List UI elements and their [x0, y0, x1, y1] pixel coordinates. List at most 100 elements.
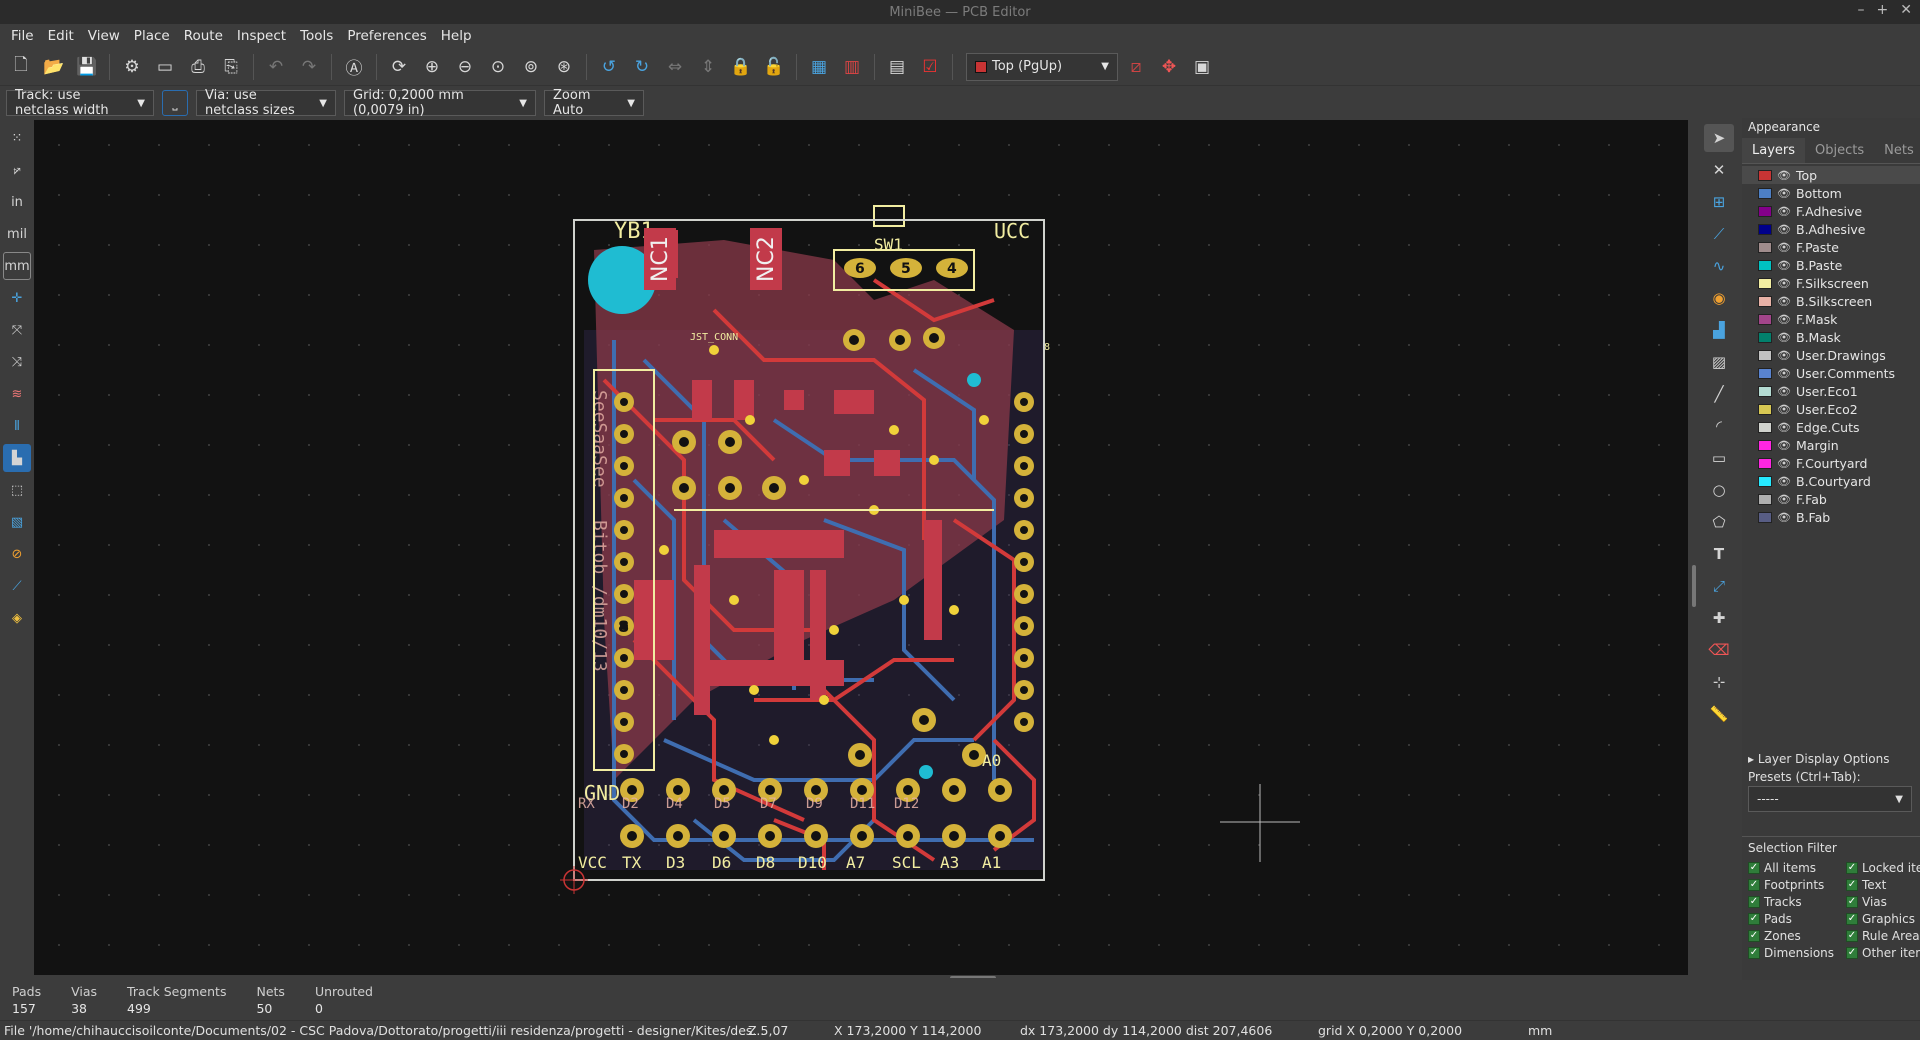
eye-icon[interactable]: 👁: [1777, 259, 1791, 272]
vertical-scrollbar[interactable]: [1692, 565, 1696, 607]
polar-coords-icon[interactable]: ⦬: [3, 156, 31, 184]
eye-icon[interactable]: 👁: [1777, 511, 1791, 524]
netlist-icon[interactable]: ▤: [882, 52, 912, 82]
draw-polygon-icon[interactable]: ⬠: [1704, 508, 1734, 536]
layer-color-swatch[interactable]: [1758, 205, 1772, 217]
maximize-button[interactable]: +: [1877, 2, 1889, 18]
place-anchor-icon[interactable]: ✚: [1704, 604, 1734, 632]
checkbox-checked-icon[interactable]: ✓: [1748, 896, 1760, 908]
units-inch-icon[interactable]: in: [3, 188, 31, 216]
layer-color-swatch[interactable]: [1758, 475, 1772, 487]
tab-layers[interactable]: Layers: [1742, 138, 1806, 163]
zoom-in-icon[interactable]: ⊕: [417, 52, 447, 82]
rotate-ccw-icon[interactable]: ↺: [594, 52, 624, 82]
layer-color-swatch[interactable]: [1758, 493, 1772, 505]
fill-zones-icon[interactable]: ⊘: [3, 540, 31, 568]
layer-row[interactable]: 👁 F.Adhesive: [1742, 202, 1920, 220]
layer-display-options[interactable]: ▸ Layer Display Options: [1748, 752, 1889, 766]
zone-none-icon[interactable]: ▧: [3, 508, 31, 536]
layer-color-swatch[interactable]: [1758, 457, 1772, 469]
presets-select[interactable]: ----- ▼: [1748, 786, 1912, 812]
lock-icon[interactable]: 🔒: [726, 52, 756, 82]
layers-manager-icon[interactable]: ◈: [3, 604, 31, 632]
add-zone-icon[interactable]: ▟: [1704, 316, 1734, 344]
print-icon[interactable]: ⎙: [183, 52, 213, 82]
checkbox-checked-icon[interactable]: ✓: [1846, 947, 1858, 959]
local-ratsnest-icon[interactable]: ✕: [1704, 156, 1734, 184]
layer-row[interactable]: 👁 B.Silkscreen: [1742, 292, 1920, 310]
route-track-icon[interactable]: ⟋: [1704, 220, 1734, 248]
eye-icon[interactable]: 👁: [1777, 475, 1791, 488]
tab-nets[interactable]: Nets: [1874, 138, 1920, 163]
eye-icon[interactable]: 👁: [1777, 313, 1791, 326]
selection-filter-item[interactable]: ✓ Tracks: [1748, 895, 1846, 909]
menu-inspect[interactable]: Inspect: [230, 28, 293, 44]
save-icon[interactable]: 💾: [72, 52, 102, 82]
layer-row[interactable]: 👁 Margin: [1742, 436, 1920, 454]
checkbox-checked-icon[interactable]: ✓: [1748, 862, 1760, 874]
units-mm-icon[interactable]: mm: [3, 252, 31, 280]
checkbox-checked-icon[interactable]: ✓: [1846, 862, 1858, 874]
selection-filter-item[interactable]: ✓ Graphics: [1846, 912, 1920, 926]
grid-dots-icon[interactable]: ⁙: [3, 124, 31, 152]
selection-filter-item[interactable]: ✓ Rule Areas: [1846, 929, 1920, 943]
eye-icon[interactable]: 👁: [1777, 493, 1791, 506]
show-tracks-icon[interactable]: ⫴: [3, 412, 31, 440]
selection-filter-item[interactable]: ✓ Text: [1846, 878, 1920, 892]
eye-icon[interactable]: 👁: [1777, 241, 1791, 254]
eye-icon[interactable]: 👁: [1777, 457, 1791, 470]
selection-filter-item[interactable]: ✓ Vias: [1846, 895, 1920, 909]
layer-color-swatch[interactable]: [1758, 511, 1772, 523]
add-text-icon[interactable]: T: [1704, 540, 1734, 568]
eye-icon[interactable]: 👁: [1777, 421, 1791, 434]
close-button[interactable]: ✕: [1900, 2, 1912, 18]
layer-row[interactable]: 👁 F.Silkscreen: [1742, 274, 1920, 292]
grid-origin-icon[interactable]: ⊹: [1704, 668, 1734, 696]
layer-row[interactable]: 👁 User.Comments: [1742, 364, 1920, 382]
eye-icon[interactable]: 👁: [1777, 295, 1791, 308]
eye-icon[interactable]: 👁: [1777, 439, 1791, 452]
layer-color-swatch[interactable]: [1758, 367, 1772, 379]
layer-pair-icon[interactable]: ⧄: [1121, 52, 1151, 82]
checkbox-checked-icon[interactable]: ✓: [1748, 913, 1760, 925]
checkbox-checked-icon[interactable]: ✓: [1846, 930, 1858, 942]
zone-fill-icon[interactable]: ▙: [3, 444, 31, 472]
find-icon[interactable]: Ⓐ: [339, 52, 369, 82]
eye-icon[interactable]: 👁: [1777, 223, 1791, 236]
undo-icon[interactable]: ↶: [261, 52, 291, 82]
selection-filter-item[interactable]: ✓ Pads: [1748, 912, 1846, 926]
layer-color-swatch[interactable]: [1758, 439, 1772, 451]
high-contrast-icon[interactable]: ⟋: [3, 572, 31, 600]
layer-row[interactable]: 👁 Bottom: [1742, 184, 1920, 202]
layer-row[interactable]: 👁 F.Paste: [1742, 238, 1920, 256]
add-via-icon[interactable]: ◉: [1704, 284, 1734, 312]
layer-color-swatch[interactable]: [1758, 259, 1772, 271]
measure-icon[interactable]: 📏: [1704, 700, 1734, 728]
tune-length-icon[interactable]: ∿: [1704, 252, 1734, 280]
plot-icon[interactable]: ⎘: [216, 52, 246, 82]
grid-select[interactable]: Grid: 0,2000 mm (0,0079 in) ▼: [344, 88, 536, 118]
layer-color-swatch[interactable]: [1758, 349, 1772, 361]
eye-icon[interactable]: 👁: [1777, 187, 1791, 200]
zoom-objects-icon[interactable]: ⊚: [516, 52, 546, 82]
refresh-icon[interactable]: ⟳: [384, 52, 414, 82]
menu-tools[interactable]: Tools: [293, 28, 340, 44]
tab-objects[interactable]: Objects: [1805, 138, 1874, 163]
eye-icon[interactable]: 👁: [1777, 385, 1791, 398]
layer-color-swatch[interactable]: [1758, 169, 1772, 181]
layer-row[interactable]: 👁 B.Fab: [1742, 508, 1920, 526]
hide-tracks-icon[interactable]: ≋: [3, 380, 31, 408]
draw-line-icon[interactable]: ╱: [1704, 380, 1734, 408]
layer-row[interactable]: 👁 User.Eco2: [1742, 400, 1920, 418]
add-dimension-icon[interactable]: ⤢: [1704, 572, 1734, 600]
draw-arc-icon[interactable]: ◜: [1704, 412, 1734, 440]
layer-row[interactable]: 👁 Top: [1742, 166, 1920, 184]
layer-row[interactable]: 👁 B.Paste: [1742, 256, 1920, 274]
cursor-shape-icon[interactable]: ✛: [3, 284, 31, 312]
via-size-select[interactable]: Via: use netclass sizes ▼: [196, 88, 336, 118]
zoom-fit-icon[interactable]: ⊙: [483, 52, 513, 82]
units-mil-icon[interactable]: mil: [3, 220, 31, 248]
layer-color-swatch[interactable]: [1758, 385, 1772, 397]
layer-color-swatch[interactable]: [1758, 277, 1772, 289]
eye-icon[interactable]: 👁: [1777, 403, 1791, 416]
